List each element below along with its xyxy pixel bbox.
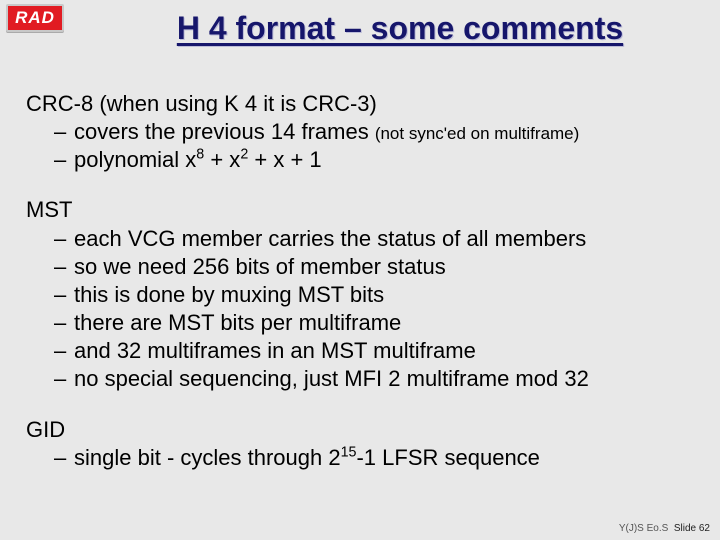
list-item: there are MST bits per multiframe — [26, 309, 694, 337]
bullet-text: -1 LFSR sequence — [356, 445, 539, 470]
exponent: 15 — [341, 444, 357, 460]
bullet-list: single bit - cycles through 215-1 LFSR s… — [26, 444, 694, 472]
list-item: each VCG member carries the status of al… — [26, 225, 694, 253]
bullet-note: (not sync'ed on multiframe) — [375, 124, 580, 143]
bullet-list: each VCG member carries the status of al… — [26, 225, 694, 394]
bullet-text: and 32 multiframes in an MST multiframe — [74, 338, 476, 363]
bullet-text: there are MST bits per multiframe — [74, 310, 401, 335]
list-item: covers the previous 14 frames (not sync'… — [26, 118, 694, 146]
list-item: this is done by muxing MST bits — [26, 281, 694, 309]
slide-title: H 4 format – some comments — [0, 10, 720, 47]
section-head: MST — [26, 196, 694, 224]
list-item: so we need 256 bits of member status — [26, 253, 694, 281]
slide: RAD H 4 format – some comments CRC-8 (wh… — [0, 0, 720, 540]
bullet-text: polynomial x — [74, 147, 196, 172]
bullet-list: covers the previous 14 frames (not sync'… — [26, 118, 694, 174]
section-head: CRC-8 (when using K 4 it is CRC-3) — [26, 90, 694, 118]
section-gid: GID single bit - cycles through 215-1 LF… — [26, 416, 694, 472]
list-item: and 32 multiframes in an MST multiframe — [26, 337, 694, 365]
bullet-text: this is done by muxing MST bits — [74, 282, 384, 307]
section-head: GID — [26, 416, 694, 444]
bullet-text: + x + 1 — [248, 147, 321, 172]
section-crc8: CRC-8 (when using K 4 it is CRC-3) cover… — [26, 90, 694, 174]
footer-slide-number: Slide 62 — [674, 523, 710, 534]
footer-author: Y(J)S Eo.S — [619, 523, 668, 534]
list-item: single bit - cycles through 215-1 LFSR s… — [26, 444, 694, 472]
list-item: polynomial x8 + x2 + x + 1 — [26, 146, 694, 174]
slide-content: CRC-8 (when using K 4 it is CRC-3) cover… — [26, 90, 694, 494]
bullet-text: no special sequencing, just MFI 2 multif… — [74, 366, 589, 391]
bullet-text: + x — [204, 147, 240, 172]
bullet-text: single bit - cycles through 2 — [74, 445, 341, 470]
bullet-text: covers the previous 14 frames — [74, 119, 375, 144]
slide-footer: Y(J)S Eo.S Slide 62 — [619, 523, 710, 534]
bullet-text: each VCG member carries the status of al… — [74, 226, 586, 251]
list-item: no special sequencing, just MFI 2 multif… — [26, 365, 694, 393]
bullet-text: so we need 256 bits of member status — [74, 254, 446, 279]
section-mst: MST each VCG member carries the status o… — [26, 196, 694, 393]
